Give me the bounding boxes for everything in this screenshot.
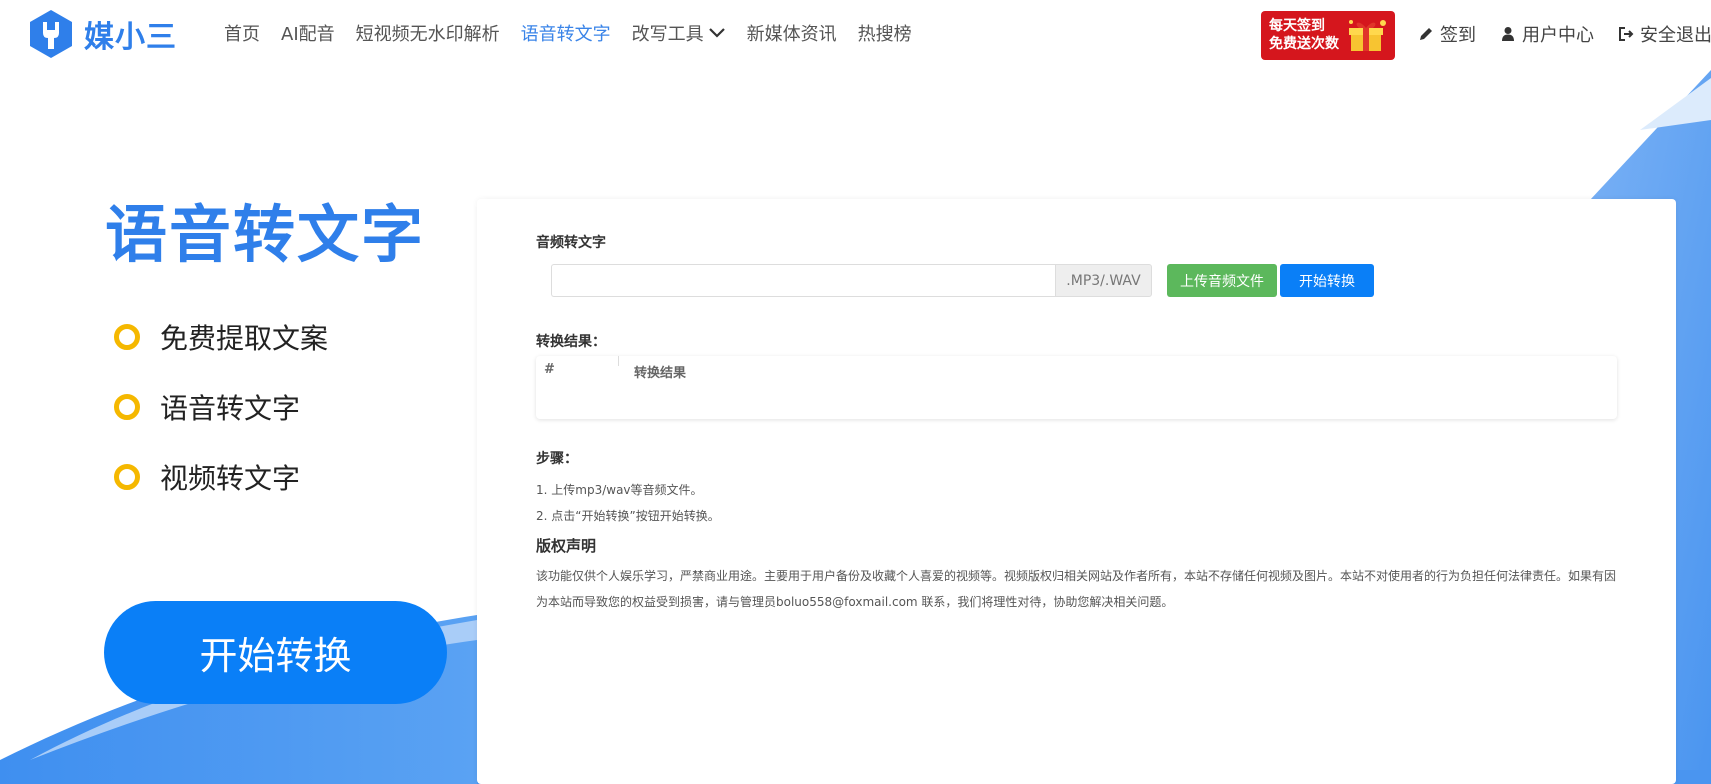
step-item: 2. 点击“开始转换”按钮开始转换。 xyxy=(536,509,720,523)
feature-item: 免费提取文案 xyxy=(114,302,328,372)
upload-row: .MP3/.WAV 上传音频文件 开始转换 xyxy=(551,264,1374,297)
signin-link[interactable]: 签到 xyxy=(1418,21,1476,47)
user-center-label: 用户中心 xyxy=(1522,25,1594,46)
nav-item-home[interactable]: 首页 xyxy=(224,20,260,46)
signin-label: 签到 xyxy=(1440,25,1476,46)
daily-signin-banner[interactable]: 每天签到 免费送次数 xyxy=(1261,11,1395,60)
nav-item-video-parser[interactable]: 短视频无水印解析 xyxy=(356,20,500,46)
nav-item-media-news[interactable]: 新媒体资讯 xyxy=(747,20,837,46)
ring-bullet-icon xyxy=(114,324,140,350)
feature-label: 视频转文字 xyxy=(160,462,301,495)
page: 媒小三 首页 AI配音 短视频无水印解析 语音转文字 改写工具 新媒体资讯 热搜… xyxy=(0,0,1711,784)
sign-out-icon xyxy=(1619,27,1634,41)
result-table: # 转换结果 xyxy=(536,356,1617,419)
main-nav: 首页 AI配音 短视频无水印解析 语音转文字 改写工具 新媒体资讯 热搜榜 xyxy=(224,20,933,46)
user-icon xyxy=(1502,27,1514,41)
hero-start-button[interactable]: 开始转换 xyxy=(104,601,447,704)
logout-label: 安全退出 xyxy=(1640,25,1711,46)
upload-audio-button[interactable]: 上传音频文件 xyxy=(1167,264,1277,297)
gift-box-icon xyxy=(1349,20,1386,51)
nav-item-rewrite-tools-label: 改写工具 xyxy=(631,24,704,45)
start-convert-button[interactable]: 开始转换 xyxy=(1280,264,1374,297)
file-type-suffix: .MP3/.WAV xyxy=(1055,264,1152,297)
feature-label: 免费提取文案 xyxy=(160,322,329,355)
copyright-heading: 版权声明 xyxy=(536,537,597,555)
site-logo[interactable]: 媒小三 xyxy=(28,9,177,59)
nav-item-ai-dubbing[interactable]: AI配音 xyxy=(281,20,335,46)
logout-link[interactable]: 安全退出 xyxy=(1618,21,1711,47)
user-links: 签到 用户中心 安全退出 xyxy=(1418,21,1711,47)
brand-name: 媒小三 xyxy=(84,20,177,55)
steps-label: 步骤： xyxy=(536,451,578,467)
hero-title: 语音转文字 xyxy=(105,198,426,271)
column-divider xyxy=(618,356,619,366)
audio-file-input[interactable] xyxy=(551,264,1055,297)
step-item: 1. 上传mp3/wav等音频文件。 xyxy=(536,483,703,497)
nav-item-speech-to-text[interactable]: 语音转文字 xyxy=(521,20,611,46)
feature-item: 视频转文字 xyxy=(114,442,328,512)
copyright-text: 该功能仅供个人娱乐学习，严禁商业用途。主要用于用户备份及收藏个人喜爱的视频等。视… xyxy=(536,569,1617,609)
ring-bullet-icon xyxy=(114,464,140,490)
audio-section-label: 音频转文字 xyxy=(536,235,606,251)
ring-bullet-icon xyxy=(114,394,140,420)
feature-label: 语音转文字 xyxy=(160,392,301,425)
top-nav-bar: 媒小三 首页 AI配音 短视频无水印解析 语音转文字 改写工具 新媒体资讯 热搜… xyxy=(0,0,1711,68)
chevron-down-icon xyxy=(708,28,725,38)
converter-panel: 音频转文字 .MP3/.WAV 上传音频文件 开始转换 转换结果： # 转换结果… xyxy=(477,199,1676,784)
pencil-icon xyxy=(1420,28,1432,40)
column-header-result: 转换结果 xyxy=(634,366,687,381)
column-header-index: # xyxy=(544,362,555,377)
user-center-link[interactable]: 用户中心 xyxy=(1500,21,1594,47)
wrench-hexagon-logo-icon xyxy=(30,10,72,58)
nav-item-rewrite-tools[interactable]: 改写工具 xyxy=(632,20,726,46)
feature-item: 语音转文字 xyxy=(114,372,328,442)
nav-item-trending[interactable]: 热搜榜 xyxy=(858,20,912,46)
result-section-label: 转换结果： xyxy=(536,334,606,350)
feature-list: 免费提取文案 语音转文字 视频转文字 xyxy=(114,302,328,512)
